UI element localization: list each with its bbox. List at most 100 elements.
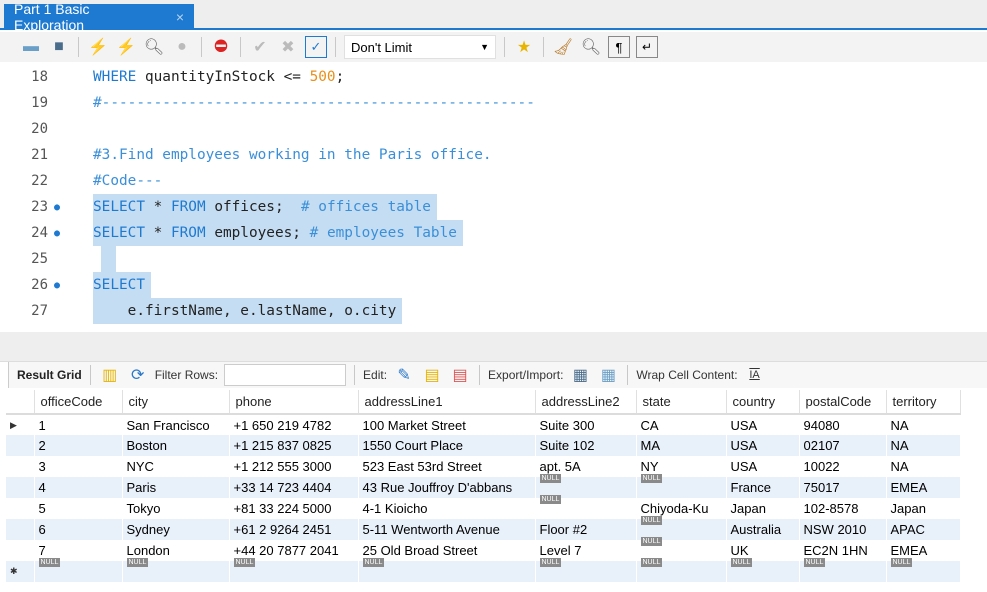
cell-territory[interactable]: NA xyxy=(886,456,961,477)
cell-city[interactable]: Paris xyxy=(122,477,230,498)
cell-country[interactable]: USA xyxy=(726,435,800,456)
cell-country[interactable]: Australia xyxy=(726,519,800,540)
panel-splitter[interactable] xyxy=(0,332,987,362)
rollback-icon[interactable]: ✖ xyxy=(277,36,299,58)
limit-rows-select[interactable]: Don't Limit ▼ xyxy=(344,35,496,59)
cell-state[interactable]: MA xyxy=(636,435,727,456)
cell-officeCode[interactable]: 2 xyxy=(34,435,123,456)
code-line[interactable]: 27 e.firstName, e.lastName, o.city xyxy=(6,298,981,324)
column-header-addressLine1[interactable]: addressLine1 xyxy=(358,390,536,415)
wrap-cell-icon[interactable]: IA xyxy=(744,364,766,386)
cell-addressLine1[interactable]: 25 Old Broad Street xyxy=(358,540,536,561)
code-text[interactable] xyxy=(93,116,99,142)
cell-officeCode[interactable]: 5 xyxy=(34,498,123,519)
close-icon[interactable]: × xyxy=(176,9,184,25)
commit-icon[interactable]: ✔ xyxy=(249,36,271,58)
code-line[interactable]: 23 ● SELECT * FROM offices; # offices tabl… xyxy=(6,194,981,220)
code-line[interactable]: 19 #-------------------------------------… xyxy=(6,90,981,116)
cell-country[interactable]: Japan xyxy=(726,498,800,519)
delete-row-icon[interactable]: ▤ xyxy=(449,364,471,386)
stop-icon[interactable]: ● xyxy=(171,36,193,58)
cell-phone[interactable]: +81 33 224 5000 xyxy=(229,498,359,519)
cell-officeCode[interactable]: 4 xyxy=(34,477,123,498)
cell-territory[interactable]: EMEA xyxy=(886,477,961,498)
filter-rows-input[interactable] xyxy=(224,364,347,386)
code-line[interactable]: 21 #3.Find employees working in the Paris… xyxy=(6,142,981,168)
save-icon[interactable]: ■ xyxy=(48,36,70,58)
code-text[interactable] xyxy=(101,246,116,272)
add-snippet-icon[interactable]: ★ xyxy=(513,36,535,58)
autocommit-icon[interactable]: ✓ xyxy=(305,36,327,58)
cell-phone[interactable]: +1 212 555 3000 xyxy=(229,456,359,477)
cell-phone[interactable]: NULL xyxy=(229,558,359,582)
table-row[interactable]: 6 Sydney +61 2 9264 2451 5-11 Wentworth Ave… xyxy=(6,516,961,540)
cell-country[interactable]: USA xyxy=(726,456,800,477)
column-header-territory[interactable]: territory xyxy=(886,390,961,415)
cell-addressLine1[interactable]: 523 East 53rd Street xyxy=(358,456,536,477)
table-row[interactable]: 2 Boston +1 215 837 0825 1550 Court Place Su… xyxy=(6,435,961,456)
add-row-icon[interactable]: ▤ xyxy=(421,364,443,386)
sql-editor[interactable]: 18 WHERE quantityInStock <= 500; 19 #------… xyxy=(6,62,987,332)
code-line[interactable]: 20 xyxy=(6,116,981,142)
cell-city[interactable]: NYC xyxy=(122,456,230,477)
wrap-icon[interactable]: ↵ xyxy=(636,36,658,58)
edit-cell-icon[interactable]: ✎ xyxy=(393,364,415,386)
cell-country[interactable]: USA xyxy=(726,414,800,435)
code-text[interactable]: #---------------------------------------… xyxy=(93,90,541,116)
invisible-chars-icon[interactable]: ¶ xyxy=(608,36,630,58)
cell-territory[interactable]: NA xyxy=(886,435,961,456)
cell-postalCode[interactable]: 94080 xyxy=(799,414,887,435)
table-row[interactable]: 3 NYC +1 212 555 3000 523 East 53rd Street a… xyxy=(6,456,961,477)
cell-postalCode[interactable]: 02107 xyxy=(799,435,887,456)
column-header-phone[interactable]: phone xyxy=(229,390,359,415)
new-row[interactable]: ✱ NULL NULL NULL NULL NULL NULL NULL NULL NULL xyxy=(6,558,961,582)
column-header-addressLine2[interactable]: addressLine2 xyxy=(535,390,637,415)
cell-territory[interactable]: NA xyxy=(886,414,961,435)
cell-country[interactable]: France xyxy=(726,477,800,498)
cell-phone[interactable]: +61 2 9264 2451 xyxy=(229,519,359,540)
cell-phone[interactable]: +33 14 723 4404 xyxy=(229,477,359,498)
execute-current-icon[interactable]: ⚡ xyxy=(115,36,137,58)
cell-city[interactable]: Boston xyxy=(122,435,230,456)
execute-icon[interactable]: ⚡ xyxy=(87,36,109,58)
result-grid[interactable]: officeCode city phone addressLine1 addressLi… xyxy=(6,390,961,582)
table-row[interactable]: ▶ 1 San Francisco +1 650 219 4782 100 Market… xyxy=(6,414,961,435)
cell-country[interactable]: NULL xyxy=(726,558,800,582)
code-line[interactable]: 26 ● SELECT xyxy=(6,272,981,298)
cell-addressLine1[interactable]: NULL xyxy=(358,558,536,582)
refresh-icon[interactable]: ⟳ xyxy=(127,364,149,386)
cell-addressLine2[interactable]: Suite 102 xyxy=(535,435,637,456)
cell-addressLine2[interactable]: NULL xyxy=(535,558,637,582)
table-row[interactable]: 5 Tokyo +81 33 224 5000 4-1 Kioicho NULL Chiy… xyxy=(6,495,961,519)
cell-officeCode[interactable]: NULL xyxy=(34,558,123,582)
code-line[interactable]: 22 #Code--- xyxy=(6,168,981,194)
code-text[interactable]: SELECT * FROM employees; # employees Tab… xyxy=(93,220,463,246)
cell-postalCode[interactable]: NSW 2010 xyxy=(799,519,887,540)
cell-territory[interactable]: APAC xyxy=(886,519,961,540)
cell-postalCode[interactable]: 102-8578 xyxy=(799,498,887,519)
cell-territory[interactable]: NULL xyxy=(886,558,961,582)
cell-state[interactable]: NULL xyxy=(636,474,727,498)
cell-officeCode[interactable]: 3 xyxy=(34,456,123,477)
grid-layout-icon[interactable]: ▥ xyxy=(99,364,121,386)
code-text[interactable]: #3.Find employees working in the Paris o… xyxy=(93,142,498,168)
code-text[interactable]: SELECT xyxy=(93,272,151,298)
cell-city[interactable]: Tokyo xyxy=(122,498,230,519)
open-folder-icon[interactable]: ▬ xyxy=(20,36,42,58)
code-line[interactable]: 24 ● SELECT * FROM employees; # employees … xyxy=(6,220,981,246)
import-icon[interactable]: ▦ xyxy=(597,364,619,386)
explain-icon[interactable]: 🔍︎ xyxy=(143,36,165,58)
cell-city[interactable]: Sydney xyxy=(122,519,230,540)
cell-addressLine2[interactable]: NULL xyxy=(535,495,637,519)
export-icon[interactable]: ▦ xyxy=(569,364,591,386)
cell-officeCode[interactable]: 6 xyxy=(34,519,123,540)
cell-state[interactable]: CA xyxy=(636,414,727,435)
table-row[interactable]: 4 Paris +33 14 723 4404 43 Rue Jouffroy D'a… xyxy=(6,474,961,498)
cell-postalCode[interactable]: 75017 xyxy=(799,477,887,498)
find-icon[interactable]: 🔍︎ xyxy=(580,36,602,58)
cell-territory[interactable]: Japan xyxy=(886,498,961,519)
cell-postalCode[interactable]: NULL xyxy=(799,558,887,582)
cell-city[interactable]: NULL xyxy=(122,558,230,582)
column-header-city[interactable]: city xyxy=(122,390,230,415)
tab-part1-basic-exploration[interactable]: Part 1 Basic Exploration × xyxy=(4,1,194,33)
